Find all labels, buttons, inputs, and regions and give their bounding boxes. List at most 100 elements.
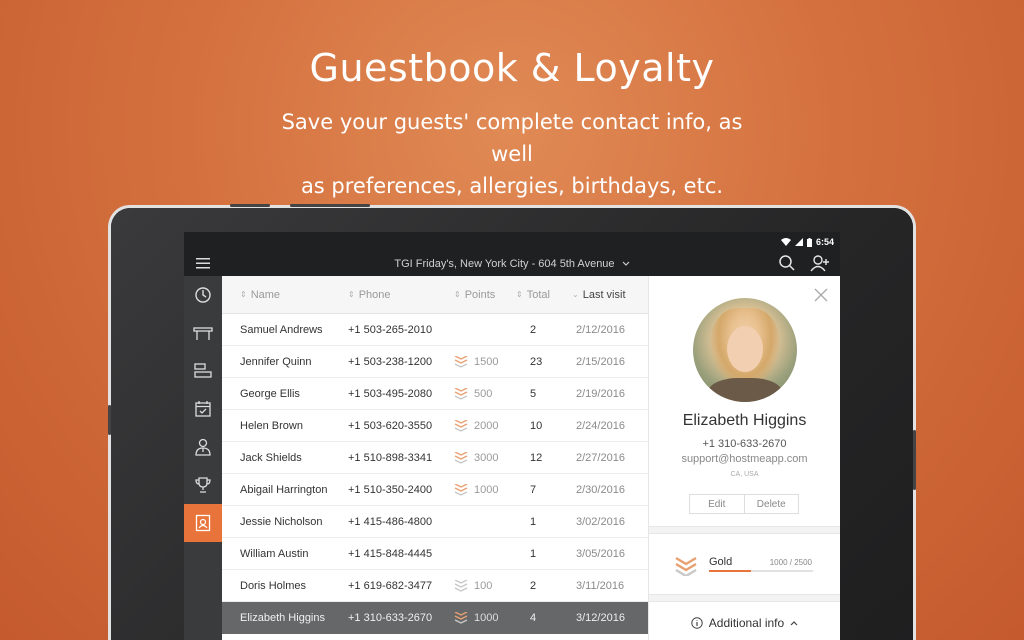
- table-header: ⇕ Name ⇕ Phone ⇕ Points ⇕ Total ⌄ Last visit: [222, 276, 648, 314]
- gold-tier-icon: [454, 452, 468, 464]
- column-header-phone[interactable]: ⇕ Phone: [348, 289, 391, 301]
- gold-tier-icon: [675, 556, 697, 576]
- guest-phone-cell: +1 503-620-3550: [348, 420, 433, 432]
- guest-last-visit-cell: 2/24/2016: [576, 420, 625, 432]
- points-value: 1500: [474, 356, 499, 368]
- nav-item-rewards[interactable]: [184, 466, 222, 504]
- venue-selector[interactable]: TGI Friday's, New York City - 604 5th Av…: [184, 258, 840, 270]
- divider: [649, 594, 840, 602]
- trophy-icon: [195, 477, 211, 493]
- additional-info-toggle[interactable]: Additional info: [649, 616, 840, 630]
- guest-phone-cell: +1 503-265-2010: [348, 324, 433, 336]
- loyalty-tier: Gold: [709, 556, 733, 568]
- guest-table: ⇕ Name ⇕ Phone ⇕ Points ⇕ Total ⌄ Last visit …: [222, 276, 648, 640]
- promo-subtitle: Save your guests' complete contact info,…: [262, 106, 762, 202]
- guest-last-visit-cell: 3/02/2016: [576, 516, 625, 528]
- guest-phone-cell: +1 415-486-4800: [348, 516, 433, 528]
- waiter-icon: [195, 438, 211, 456]
- column-header-points[interactable]: ⇕ Points: [454, 289, 495, 301]
- table-body: Samuel Andrews +1 503-265-2010 2 2/12/2016 J…: [222, 314, 648, 634]
- calendar-check-icon: [195, 401, 211, 417]
- guest-detail-panel: Elizabeth Higgins +1 310-633-2670 suppor…: [648, 276, 840, 640]
- points-value: 1000: [474, 612, 499, 624]
- nav-item-waitlist[interactable]: [184, 276, 222, 314]
- column-header-name[interactable]: ⇕ Name: [240, 289, 280, 301]
- guest-points-cell: 1500: [454, 346, 498, 378]
- points-value: 3000: [474, 452, 499, 464]
- guest-phone-cell: +1 619-682-3477: [348, 580, 433, 592]
- guest-last-visit-cell: 3/11/2016: [576, 580, 625, 592]
- edit-button[interactable]: Edit: [690, 495, 744, 513]
- points-value: 500: [474, 388, 493, 400]
- nav-item-reservations[interactable]: [184, 390, 222, 428]
- chevron-up-icon: [790, 621, 798, 626]
- points-value: 1000: [474, 484, 499, 496]
- additional-info-label: Additional info: [708, 616, 785, 630]
- guest-total-cell: 7: [530, 484, 537, 496]
- tablet-side-button: [230, 204, 270, 207]
- signal-icon: [794, 238, 803, 246]
- table-row[interactable]: Samuel Andrews +1 503-265-2010 2 2/12/2016: [222, 314, 648, 346]
- guest-total-cell: 1: [530, 548, 537, 560]
- avatar: [693, 298, 797, 402]
- sort-icon: ⇕: [348, 290, 355, 299]
- search-icon[interactable]: [778, 254, 796, 272]
- info-icon: [691, 617, 703, 629]
- nav-item-tables[interactable]: [184, 314, 222, 352]
- table-row[interactable]: George Ellis +1 503-495-2080 500 5 2/19/2016: [222, 378, 648, 410]
- delete-button[interactable]: Delete: [743, 495, 799, 513]
- guest-name-cell: William Austin: [240, 548, 309, 560]
- column-header-total[interactable]: ⇕ Total: [516, 289, 550, 301]
- table-row[interactable]: Jessie Nicholson +1 415-486-4800 1 3/02/201…: [222, 506, 648, 538]
- table-row[interactable]: Helen Brown +1 503-620-3550 2000 10 2/24/201…: [222, 410, 648, 442]
- guest-location: CA, USA: [730, 471, 759, 478]
- gold-tier-icon: [454, 484, 468, 496]
- nav-item-guestbook[interactable]: [184, 504, 222, 542]
- guest-points-cell: 1000: [454, 602, 498, 634]
- table-row[interactable]: Jennifer Quinn +1 503-238-1200 1500 23 2/15/…: [222, 346, 648, 378]
- status-time: 6:54: [815, 237, 834, 247]
- guest-name-cell: Samuel Andrews: [240, 324, 323, 336]
- promo-title: Guestbook & Loyalty: [309, 46, 715, 90]
- table-row[interactable]: Jack Shields +1 510-898-3341 3000 12 2/27/20…: [222, 442, 648, 474]
- gold-tier-icon: [454, 420, 468, 432]
- guest-name-cell: Elizabeth Higgins: [240, 612, 325, 624]
- sort-desc-icon: ⌄: [572, 290, 579, 299]
- guest-phone-cell: +1 415-848-4445: [348, 548, 433, 560]
- nav-item-floor[interactable]: [184, 352, 222, 390]
- top-bar: TGI Friday's, New York City - 604 5th Av…: [184, 252, 840, 276]
- guest-points-cell: 500: [454, 378, 492, 410]
- column-header-label: Points: [464, 288, 496, 301]
- guest-total-cell: 23: [530, 356, 543, 368]
- guest-total-cell: 2: [530, 580, 537, 592]
- guest-name: Elizabeth Higgins: [682, 412, 807, 429]
- close-icon[interactable]: [814, 288, 828, 302]
- guest-phone-cell: +1 503-495-2080: [348, 388, 433, 400]
- guest-last-visit-cell: 2/12/2016: [576, 324, 625, 336]
- guest-last-visit-cell: 2/15/2016: [576, 356, 625, 368]
- guest-last-visit-cell: 2/27/2016: [576, 452, 625, 464]
- guest-name-cell: Jennifer Quinn: [240, 356, 312, 368]
- guest-actions: Edit Delete: [689, 494, 799, 514]
- nav-item-staff[interactable]: [184, 428, 222, 466]
- table-row[interactable]: Abigail Harrington +1 510-350-2400 1000 7 2/…: [222, 474, 648, 506]
- layout-icon: [194, 363, 212, 378]
- table-row[interactable]: Elizabeth Higgins +1 310-633-2670 1000 4 3/1…: [222, 602, 648, 634]
- guest-last-visit-cell: 2/30/2016: [576, 484, 625, 496]
- column-header-last-visit[interactable]: ⌄ Last visit: [572, 289, 626, 301]
- gold-tier-icon: [454, 356, 468, 368]
- guest-email: support@hostmeapp.com: [681, 453, 808, 465]
- guest-total-cell: 1: [530, 516, 537, 528]
- chevron-down-icon: [622, 261, 630, 266]
- add-guest-icon[interactable]: [810, 254, 830, 272]
- guest-total-cell: 12: [530, 452, 543, 464]
- table-row[interactable]: Doris Holmes +1 619-682-3477 100 2 3/11/2016: [222, 570, 648, 602]
- sort-icon: ⇕: [454, 290, 461, 299]
- side-navigation: [184, 276, 222, 640]
- venue-label: TGI Friday's, New York City - 604 5th Av…: [394, 258, 615, 270]
- table-row[interactable]: William Austin +1 415-848-4445 1 3/05/2016: [222, 538, 648, 570]
- battery-icon: [806, 237, 812, 247]
- guest-phone-cell: +1 510-350-2400: [348, 484, 433, 496]
- guest-last-visit-cell: 3/12/2016: [576, 612, 625, 624]
- guest-points-cell: 1000: [454, 474, 498, 506]
